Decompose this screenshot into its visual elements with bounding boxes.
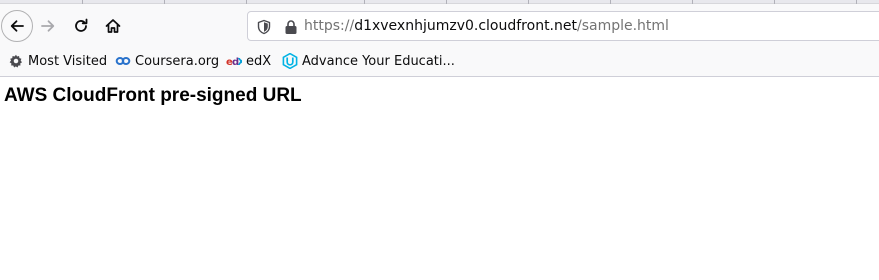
lock-icon[interactable] <box>284 19 298 35</box>
tab-separator <box>446 0 447 4</box>
tab-separator <box>856 0 857 4</box>
tab-separator <box>164 0 165 4</box>
forward-button[interactable] <box>33 11 63 41</box>
bookmark-label: edX <box>246 53 272 69</box>
url-text[interactable]: https://d1xvexnhjumzv0.cloudfront.net/sa… <box>304 18 669 34</box>
arrow-left-icon <box>10 20 24 32</box>
url-host: d1xvexnhjumzv0.cloudfront.net <box>354 18 577 34</box>
bookmark-edx[interactable]: e d X edX <box>226 50 271 72</box>
page-content: AWS CloudFront pre-signed URL <box>0 78 879 280</box>
tab-separator <box>610 0 611 4</box>
reload-icon <box>75 18 88 32</box>
url-bar[interactable]: https://d1xvexnhjumzv0.cloudfront.net/sa… <box>247 11 879 41</box>
svg-text:X: X <box>238 57 243 67</box>
tab-separator <box>246 0 247 4</box>
gear-icon <box>8 53 24 69</box>
bookmark-label: Coursera.org <box>135 53 220 69</box>
browser-toolbar: https://d1xvexnhjumzv0.cloudfront.net/sa… <box>0 0 879 77</box>
edx-icon: e d X <box>226 53 242 69</box>
tab-strip <box>0 0 879 4</box>
arrow-right-icon <box>41 20 55 32</box>
home-button[interactable] <box>98 11 128 41</box>
reload-button[interactable] <box>66 11 96 41</box>
tab-separator <box>528 0 529 4</box>
back-button[interactable] <box>1 10 33 42</box>
bookmark-udacity[interactable]: Advance Your Educati... <box>282 50 455 72</box>
coursera-icon <box>115 53 131 69</box>
bookmark-coursera[interactable]: Coursera.org <box>115 50 219 72</box>
bookmarks-toolbar: Most Visited Coursera.org e d X edX Adva… <box>0 50 879 72</box>
home-icon <box>105 19 121 33</box>
tracking-protection-shield-icon[interactable] <box>256 19 272 35</box>
url-scheme: https:// <box>304 18 355 34</box>
bookmark-label: Advance Your Educati... <box>302 53 455 69</box>
url-path: /sample.html <box>576 18 669 34</box>
bookmark-most-visited[interactable]: Most Visited <box>8 50 107 72</box>
tab-separator <box>774 0 775 4</box>
tab-separator <box>364 0 365 4</box>
page-heading: AWS CloudFront pre-signed URL <box>4 85 302 106</box>
bookmark-label: Most Visited <box>28 53 108 69</box>
tab-separator <box>692 0 693 4</box>
tab-separator <box>82 0 83 4</box>
udacity-icon <box>282 53 298 69</box>
